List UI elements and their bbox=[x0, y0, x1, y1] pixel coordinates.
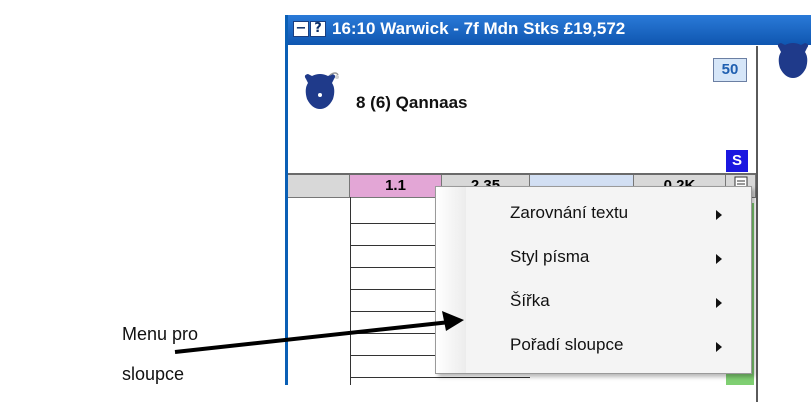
annotation-arrow-icon bbox=[174, 311, 464, 354]
